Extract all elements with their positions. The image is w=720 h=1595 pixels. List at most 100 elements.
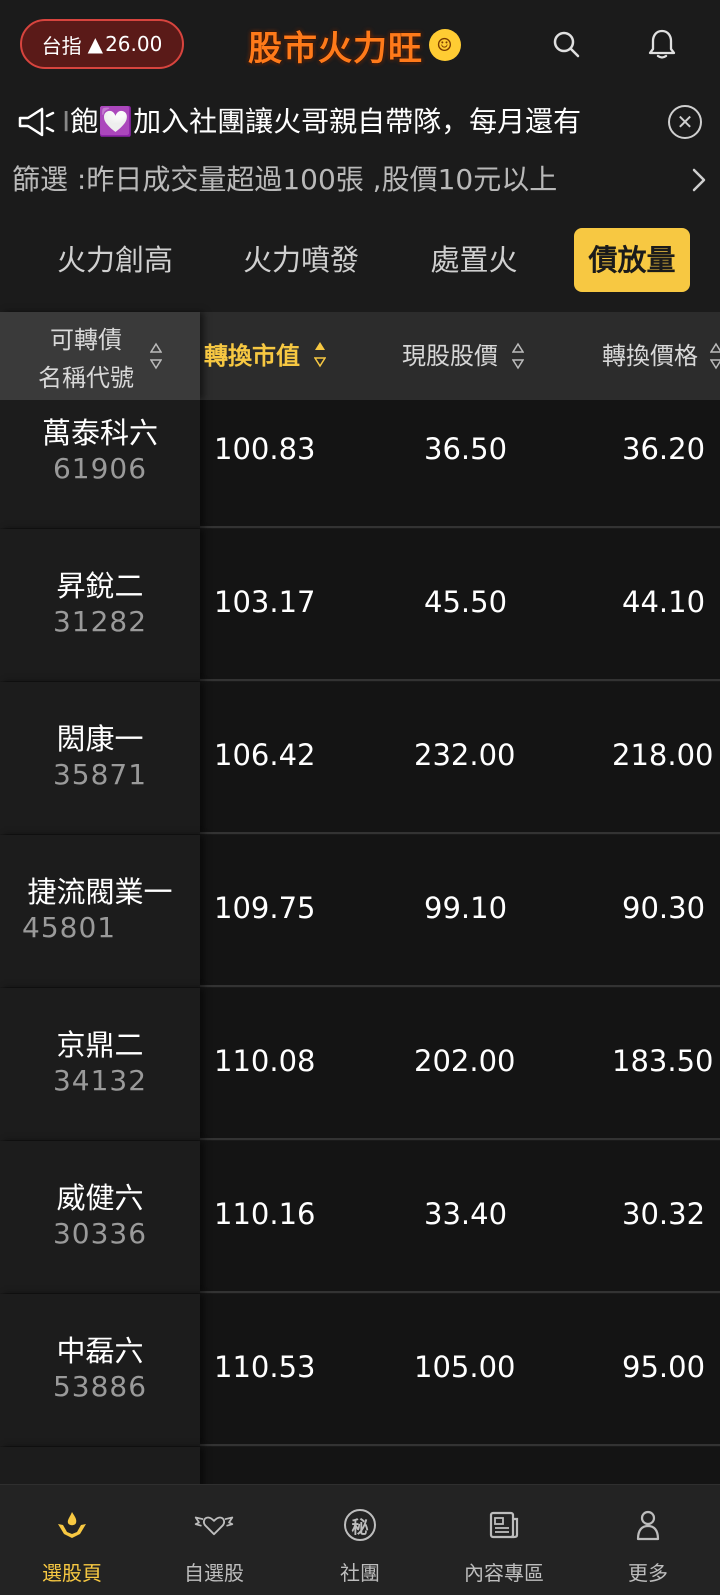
bell-icon[interactable] bbox=[642, 24, 682, 64]
nav-content[interactable]: 內容專區 bbox=[434, 1485, 574, 1595]
sort-icon bbox=[710, 342, 720, 370]
bond-code: 61906 bbox=[52, 452, 148, 485]
conversion-value: 110.16 bbox=[214, 1197, 316, 1231]
conversion-price: 36.20 bbox=[622, 432, 706, 466]
conversion-price-label: 轉換價格 bbox=[602, 342, 698, 370]
table-row[interactable]: 京鼎二 34132 110.08 202.00 183.50 bbox=[0, 988, 720, 1140]
name-cell: 萬泰科六 61906 bbox=[0, 400, 200, 528]
hands-flame-icon bbox=[52, 1505, 92, 1545]
table-row[interactable] bbox=[0, 1447, 720, 1484]
tab-disposal[interactable]: 處置火 bbox=[412, 228, 536, 292]
brand-title: 股市火力旺 bbox=[248, 28, 423, 69]
bond-code: 53886 bbox=[52, 1370, 148, 1403]
name-cell: 閎康一 35871 bbox=[0, 682, 200, 834]
sort-active-icon bbox=[314, 342, 326, 368]
name-cell: 中磊六 53886 bbox=[0, 1294, 200, 1446]
up-triangle-icon: ▲ bbox=[87, 32, 104, 56]
close-icon[interactable]: ✕ bbox=[668, 105, 702, 139]
name-cell: 京鼎二 34132 bbox=[0, 988, 200, 1140]
table-row[interactable]: 威健六 30336 110.16 33.40 30.32 bbox=[0, 1141, 720, 1293]
column-header-conversion-value[interactable]: 轉換市值 bbox=[204, 312, 300, 400]
bond-name: 昇銳二 bbox=[56, 569, 144, 603]
table-row[interactable]: 閎康一 35871 106.42 232.00 218.00 bbox=[0, 682, 720, 834]
filter-row[interactable]: 篩選 :昨日成交量超過100張 ,股價10元以上 bbox=[0, 154, 720, 210]
table-row[interactable]: 中磊六 53886 110.53 105.00 95.00 bbox=[0, 1294, 720, 1446]
stock-price: 36.50 bbox=[424, 432, 508, 466]
conversion-value: 100.83 bbox=[214, 432, 316, 466]
nav-label: 自選股 bbox=[184, 1561, 244, 1585]
table-row[interactable]: 萬泰科六 61906 100.83 36.50 36.20 bbox=[0, 400, 720, 528]
bond-name: 萬泰科六 bbox=[41, 416, 158, 450]
newspaper-icon bbox=[484, 1505, 524, 1545]
bond-code: 45801 bbox=[22, 911, 117, 944]
stock-price: 202.00 bbox=[414, 1044, 516, 1078]
conversion-price: 183.50 bbox=[612, 1044, 714, 1078]
name-cell: 捷流閥業一 45801 bbox=[0, 835, 200, 987]
nav-watchlist[interactable]: 自選股 bbox=[144, 1485, 284, 1595]
announcement-text: I飽💟加入社團讓火哥親自帶隊，每月還有 bbox=[62, 102, 654, 142]
table-header: 可轉債 名稱代號 轉換市值 現股股價 轉換價格 bbox=[0, 312, 720, 400]
nav-community[interactable]: 秘 社團 bbox=[290, 1485, 430, 1595]
nav-label: 社團 bbox=[340, 1561, 380, 1585]
nav-more[interactable]: 更多 bbox=[578, 1485, 718, 1595]
sort-icon bbox=[150, 342, 162, 370]
index-value: 26.00 bbox=[105, 32, 163, 56]
name-cell: 威健六 30336 bbox=[0, 1141, 200, 1293]
stock-price: 232.00 bbox=[414, 738, 516, 772]
sort-icon bbox=[512, 342, 524, 370]
table-row[interactable]: 昇銳二 31282 103.17 45.50 44.10 bbox=[0, 529, 720, 681]
tab-bond-volume[interactable]: 債放量 bbox=[574, 228, 690, 292]
megaphone-icon bbox=[16, 102, 56, 142]
stock-price: 33.40 bbox=[424, 1197, 508, 1231]
smiley-icon: ☺ bbox=[429, 29, 461, 61]
person-icon bbox=[628, 1505, 668, 1545]
category-tabs: 火力創高 火力噴發 處置火 債放量 bbox=[0, 210, 720, 312]
name-header-line2: 名稱代號 bbox=[38, 364, 134, 392]
chevron-right-icon[interactable] bbox=[686, 162, 712, 198]
announcement-body: 飽💟加入社團讓火哥親自帶隊，每月還有 bbox=[70, 105, 582, 138]
stock-price: 105.00 bbox=[414, 1350, 516, 1384]
conversion-price: 44.10 bbox=[622, 585, 706, 619]
column-header-name[interactable]: 可轉債 名稱代號 bbox=[0, 312, 200, 400]
app-header: 台指 ▲ 26.00 股市火力旺 ☺ bbox=[0, 0, 720, 90]
bond-code: 35871 bbox=[52, 758, 148, 791]
bond-code: 34132 bbox=[52, 1064, 148, 1097]
tab-fire-high[interactable]: 火力創高 bbox=[40, 228, 190, 292]
bond-name: 閎康一 bbox=[56, 722, 144, 756]
conversion-price: 30.32 bbox=[622, 1197, 706, 1231]
name-cell bbox=[0, 1447, 200, 1484]
stock-price-label: 現股股價 bbox=[402, 342, 498, 370]
name-header-line1: 可轉債 bbox=[50, 326, 122, 354]
tab-fire-burst[interactable]: 火力噴發 bbox=[226, 228, 376, 292]
stock-price: 45.50 bbox=[424, 585, 508, 619]
stock-price: 99.10 bbox=[424, 891, 508, 925]
announcement-bar[interactable]: I飽💟加入社團讓火哥親自帶隊，每月還有 ✕ bbox=[0, 90, 720, 154]
conversion-value: 109.75 bbox=[214, 891, 316, 925]
conversion-price: 90.30 bbox=[622, 891, 706, 925]
winged-heart-icon bbox=[194, 1505, 234, 1545]
bond-name: 威健六 bbox=[56, 1181, 144, 1215]
name-cell: 昇銳二 31282 bbox=[0, 529, 200, 681]
bond-name: 中磊六 bbox=[56, 1334, 144, 1368]
bond-name: 捷流閥業一 bbox=[27, 875, 173, 909]
bond-list[interactable]: 萬泰科六 61906 100.83 36.50 36.20 昇銳二 31282 … bbox=[0, 400, 720, 1484]
nav-label: 選股頁 bbox=[42, 1561, 102, 1585]
secret-badge-icon: 秘 bbox=[340, 1505, 380, 1545]
nav-stock-picker[interactable]: 選股頁 bbox=[2, 1485, 142, 1595]
secret-badge-text: 秘 bbox=[344, 1509, 376, 1541]
index-badge[interactable]: 台指 ▲ 26.00 bbox=[20, 19, 184, 69]
conversion-price: 95.00 bbox=[622, 1350, 706, 1384]
nav-label: 更多 bbox=[628, 1561, 668, 1585]
conversion-value: 110.08 bbox=[214, 1044, 316, 1078]
filter-text: 篩選 :昨日成交量超過100張 ,股價10元以上 bbox=[12, 163, 558, 196]
bond-name: 京鼎二 bbox=[56, 1028, 144, 1062]
conversion-price: 218.00 bbox=[612, 738, 714, 772]
bottom-navigation: 選股頁 自選股 秘 社團 內容專區 更多 bbox=[0, 1484, 720, 1595]
bond-code: 31282 bbox=[52, 605, 148, 638]
table-row[interactable]: 捷流閥業一 45801 109.75 99.10 90.30 bbox=[0, 835, 720, 987]
search-icon[interactable] bbox=[546, 24, 586, 64]
column-header-stock-price[interactable]: 現股股價 bbox=[402, 312, 498, 400]
index-label: 台指 bbox=[41, 33, 82, 58]
column-header-conversion-price[interactable]: 轉換價格 bbox=[602, 312, 698, 400]
conversion-value: 103.17 bbox=[214, 585, 316, 619]
